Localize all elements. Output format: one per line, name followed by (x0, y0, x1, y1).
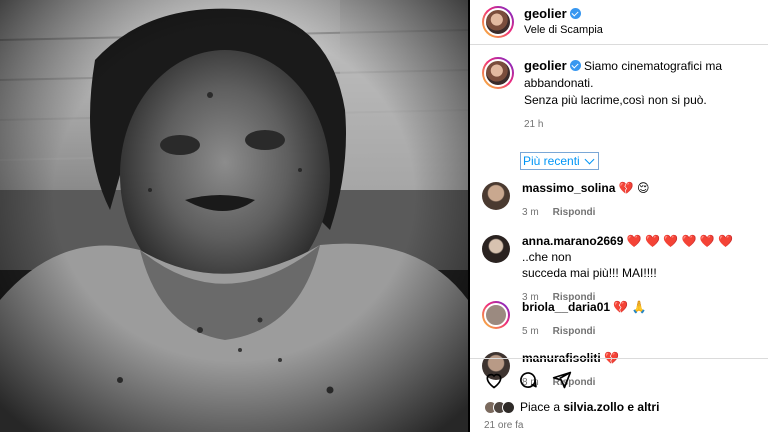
author-avatar[interactable] (482, 6, 514, 38)
comment-item: anna.marano2669 ❤️ ❤️ ❤️ ❤️ ❤️ ❤️ ..che … (470, 233, 768, 303)
comment-time: 5 m (522, 326, 539, 337)
likes-username[interactable]: silvia.zollo (563, 400, 624, 414)
header-text: geolier Vele di Scampia (524, 6, 603, 38)
post-viewer: geolier Vele di Scampia geolier Siamo ci… (0, 0, 768, 432)
commenter-username[interactable]: anna.marano2669 (522, 234, 623, 248)
comment-sort-dropdown[interactable]: Più recenti (520, 152, 599, 170)
comment-time: 3 m (522, 207, 539, 218)
commenter-avatar[interactable] (482, 182, 510, 210)
commenter-username[interactable]: briola__daria01 (522, 300, 610, 314)
comment-text: 💔 🙏 (613, 300, 647, 314)
caption-text-line2: Senza più lacrime,così non si può. (524, 93, 707, 107)
commenter-username[interactable]: massimo_solina (522, 181, 615, 195)
heart-icon[interactable] (484, 370, 504, 390)
comment-icon[interactable] (518, 370, 538, 390)
caption-body: geolier Siamo cinematografici ma abbando… (524, 57, 758, 133)
commenter-avatar[interactable] (484, 303, 508, 327)
share-icon[interactable] (552, 370, 572, 390)
post-details-panel: geolier Vele di Scampia geolier Siamo ci… (470, 0, 768, 432)
likes-others[interactable]: e altri (627, 400, 659, 414)
comment-text: 💔 😌 (618, 181, 650, 195)
likes-prefix: Piace a (520, 400, 561, 414)
post-location[interactable]: Vele di Scampia (524, 22, 603, 38)
post-timestamp: 21 ore fa (484, 420, 524, 431)
post-header: geolier Vele di Scampia (470, 0, 768, 45)
comment-text-line2: succeda mai più!!! MAI!!!! (522, 266, 657, 280)
photo-art (0, 0, 468, 432)
commenter-avatar[interactable] (482, 235, 510, 263)
chevron-down-icon (584, 154, 595, 165)
liker-avatar (502, 400, 515, 414)
reply-button[interactable]: Rispondi (553, 326, 596, 337)
reply-button[interactable]: Rispondi (553, 207, 596, 218)
action-bar (470, 358, 768, 390)
likes-summary: Piace a silvia.zollo e altri (484, 400, 659, 414)
caption-time: 21 h (524, 119, 544, 130)
post-caption: geolier Siamo cinematografici ma abbando… (470, 45, 768, 133)
post-image[interactable] (0, 0, 468, 432)
verified-badge-icon (569, 60, 581, 71)
sort-label: Più recenti (523, 154, 580, 168)
caption-avatar[interactable] (482, 57, 514, 89)
verified-badge-icon (569, 8, 581, 19)
caption-username[interactable]: geolier (524, 58, 567, 73)
comment-item: briola__daria01 💔 🙏 5 m Rispondi (470, 299, 768, 349)
comment-item: massimo_solina 💔 😌 3 m Rispondi (470, 180, 768, 230)
author-username[interactable]: geolier (524, 6, 567, 21)
